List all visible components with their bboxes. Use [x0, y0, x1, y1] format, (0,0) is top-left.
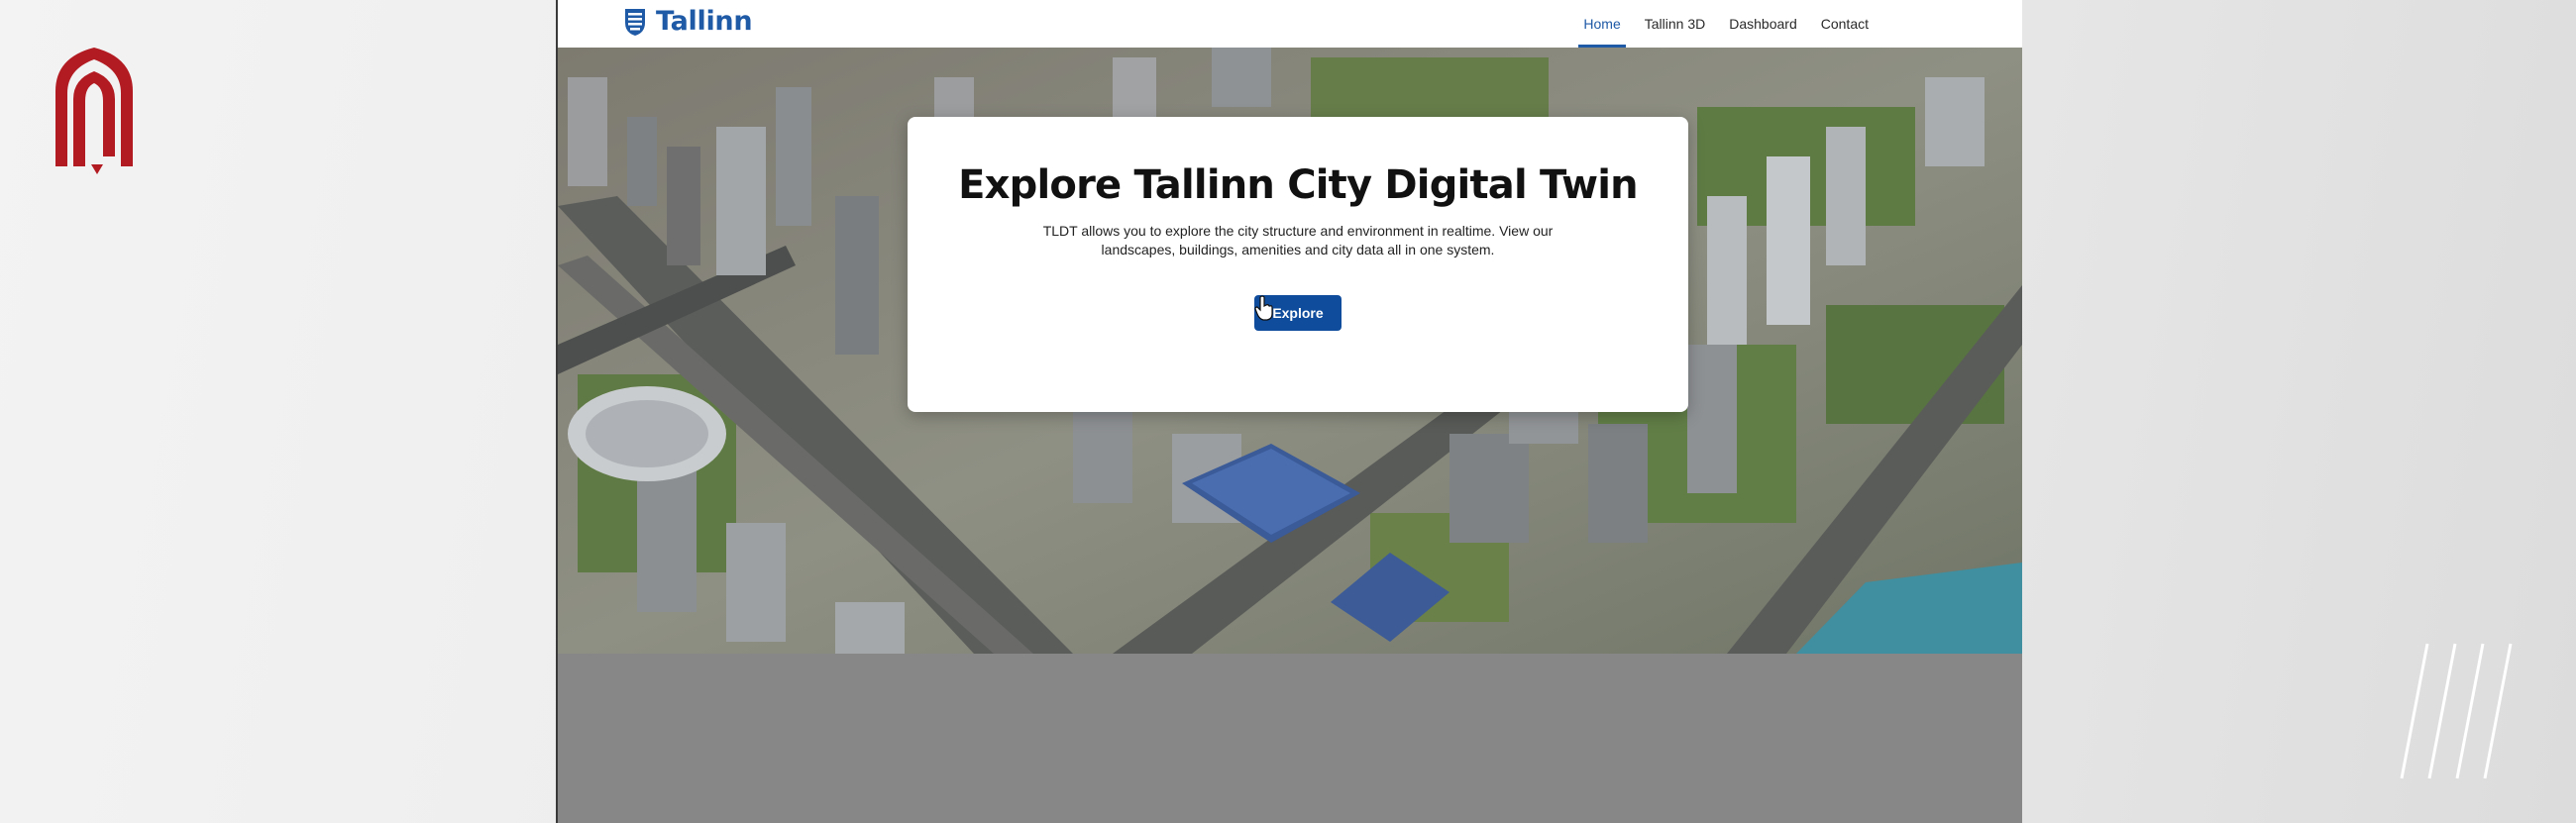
hand-pointer-icon — [1254, 295, 1273, 321]
diagonal-slashes-icon — [2400, 643, 2513, 779]
main-nav: Home Tallinn 3D Dashboard Contact — [1578, 0, 1874, 48]
arch-logo-icon — [55, 48, 133, 174]
nav-item-tallinn-3d[interactable]: Tallinn 3D — [1640, 0, 1710, 48]
brand-link[interactable]: Tallinn — [624, 6, 753, 37]
hero-section: Explore Tallinn City Digital Twin TLDT a… — [558, 48, 2022, 654]
nav-item-dashboard[interactable]: Dashboard — [1724, 0, 1802, 48]
top-navbar: Tallinn Home Tallinn 3D Dashboard Contac… — [558, 0, 2022, 49]
browser-viewport: Tallinn Home Tallinn 3D Dashboard Contac… — [556, 0, 2022, 823]
nav-item-home[interactable]: Home — [1578, 0, 1627, 48]
hero-card: Explore Tallinn City Digital Twin TLDT a… — [908, 117, 1688, 412]
hero-description: TLDT allows you to explore the city stru… — [1042, 223, 1554, 257]
hero-title: Explore Tallinn City Digital Twin — [958, 162, 1639, 208]
explore-button[interactable]: Explore — [1254, 295, 1342, 331]
tallinn-shield-icon — [625, 8, 645, 36]
brand-name: Tallinn — [656, 6, 753, 37]
nav-item-contact[interactable]: Contact — [1816, 0, 1874, 48]
explore-button-label: Explore — [1272, 305, 1324, 321]
